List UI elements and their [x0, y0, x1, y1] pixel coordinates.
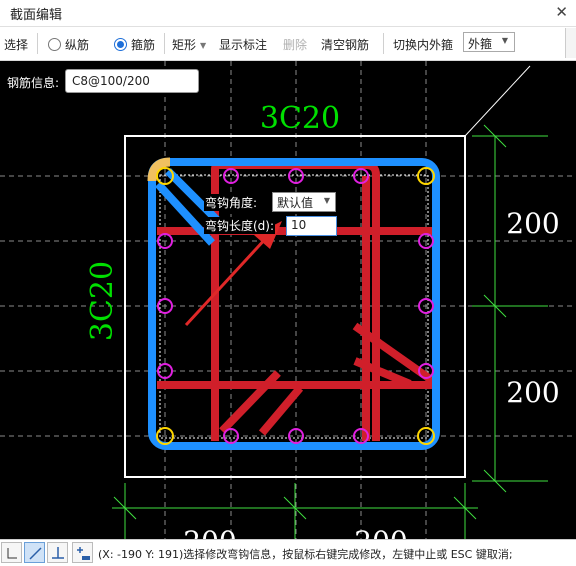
hook-angle-select[interactable]: 默认值 ▼: [272, 192, 336, 212]
stirrup-type-select[interactable]: 外箍 ▼: [463, 32, 515, 52]
hook-length-input[interactable]: 10: [286, 216, 337, 236]
hook-length-label: 弯钩长度(d):: [204, 217, 276, 234]
close-icon[interactable]: ✕: [555, 3, 568, 21]
title-bar: 截面编辑 ✕: [0, 0, 576, 27]
arrow-icon: [184, 221, 282, 327]
dim-right-lower: 200: [506, 376, 559, 409]
drawing-canvas[interactable]: 3C20 3C20 200 200 200 200 钢筋信息: C8@100/2…: [0, 61, 576, 539]
status-bar: (X: -190 Y: 191)选择修改弯钩信息，按鼠标右键完成修改，左键中止或…: [0, 539, 576, 566]
snap-mode-button[interactable]: [72, 542, 93, 563]
toolbar-divider: [164, 33, 165, 54]
clear-rebar-button[interactable]: 清空钢筋: [321, 36, 369, 53]
stirrup-label: 箍筋: [131, 38, 156, 52]
stirrup-radio[interactable]: 箍筋: [114, 36, 155, 53]
top-rebar-label: 3C20: [260, 101, 340, 136]
stirrup-hook: [147, 157, 171, 182]
rebar-info-label: 钢筋信息:: [7, 76, 60, 90]
toolbar-divider: [37, 33, 38, 54]
longitudinal-label: 纵筋: [65, 38, 90, 52]
section-drawing: 3C20 3C20 200 200 200 200: [0, 61, 576, 539]
hook-angle-value: 默认值: [277, 196, 314, 210]
rebar-info-input[interactable]: C8@100/200: [65, 69, 199, 93]
rebar-info-value: C8@100/200: [72, 74, 150, 88]
chevron-down-icon: ▼: [323, 196, 330, 205]
dim-bottom-left: 200: [183, 525, 236, 539]
dim-right-upper: 200: [506, 207, 559, 240]
radio-on-icon: [114, 38, 127, 51]
toolbar: 选择 纵筋 箍筋 矩形 ▼ 显示标注 删除 清空钢筋 切换内外箍 外箍 ▼: [0, 27, 576, 61]
toolbar-scroll[interactable]: [565, 28, 576, 58]
perpendicular-mode-button[interactable]: [47, 542, 68, 563]
switch-stirrup-label: 切换内外箍: [393, 38, 454, 52]
status-text: (X: -190 Y: 191)选择修改弯钩信息，按鼠标右键完成修改，左键中止或…: [98, 548, 513, 561]
radio-off-icon: [48, 38, 61, 51]
chevron-down-icon: ▼: [200, 41, 207, 50]
chevron-down-icon: ▼: [501, 36, 508, 45]
line-mode-button[interactable]: [24, 542, 45, 563]
perpendicular-icon: [52, 547, 64, 559]
line-icon: [29, 547, 42, 560]
delete-button[interactable]: 删除: [283, 36, 307, 53]
stirrup-type-value: 外箍: [468, 37, 493, 51]
show-label-button[interactable]: 显示标注: [219, 36, 267, 53]
window-title: 截面编辑: [10, 8, 63, 23]
toolbar-divider: [383, 33, 384, 54]
ortho-mode-button[interactable]: [1, 542, 22, 563]
left-rebar-label: 3C20: [85, 261, 120, 341]
ortho-icon: [7, 548, 17, 559]
snap-icon: [77, 547, 90, 560]
hook-angle-label: 弯钩角度:: [204, 194, 259, 211]
hook-length-value: 10: [291, 218, 307, 232]
shape-dropdown[interactable]: 矩形 ▼: [172, 36, 206, 53]
shape-label: 矩形: [172, 38, 197, 52]
longitudinal-radio[interactable]: 纵筋: [48, 36, 89, 53]
select-button[interactable]: 选择: [4, 36, 28, 53]
dim-bottom-right: 200: [354, 525, 407, 539]
